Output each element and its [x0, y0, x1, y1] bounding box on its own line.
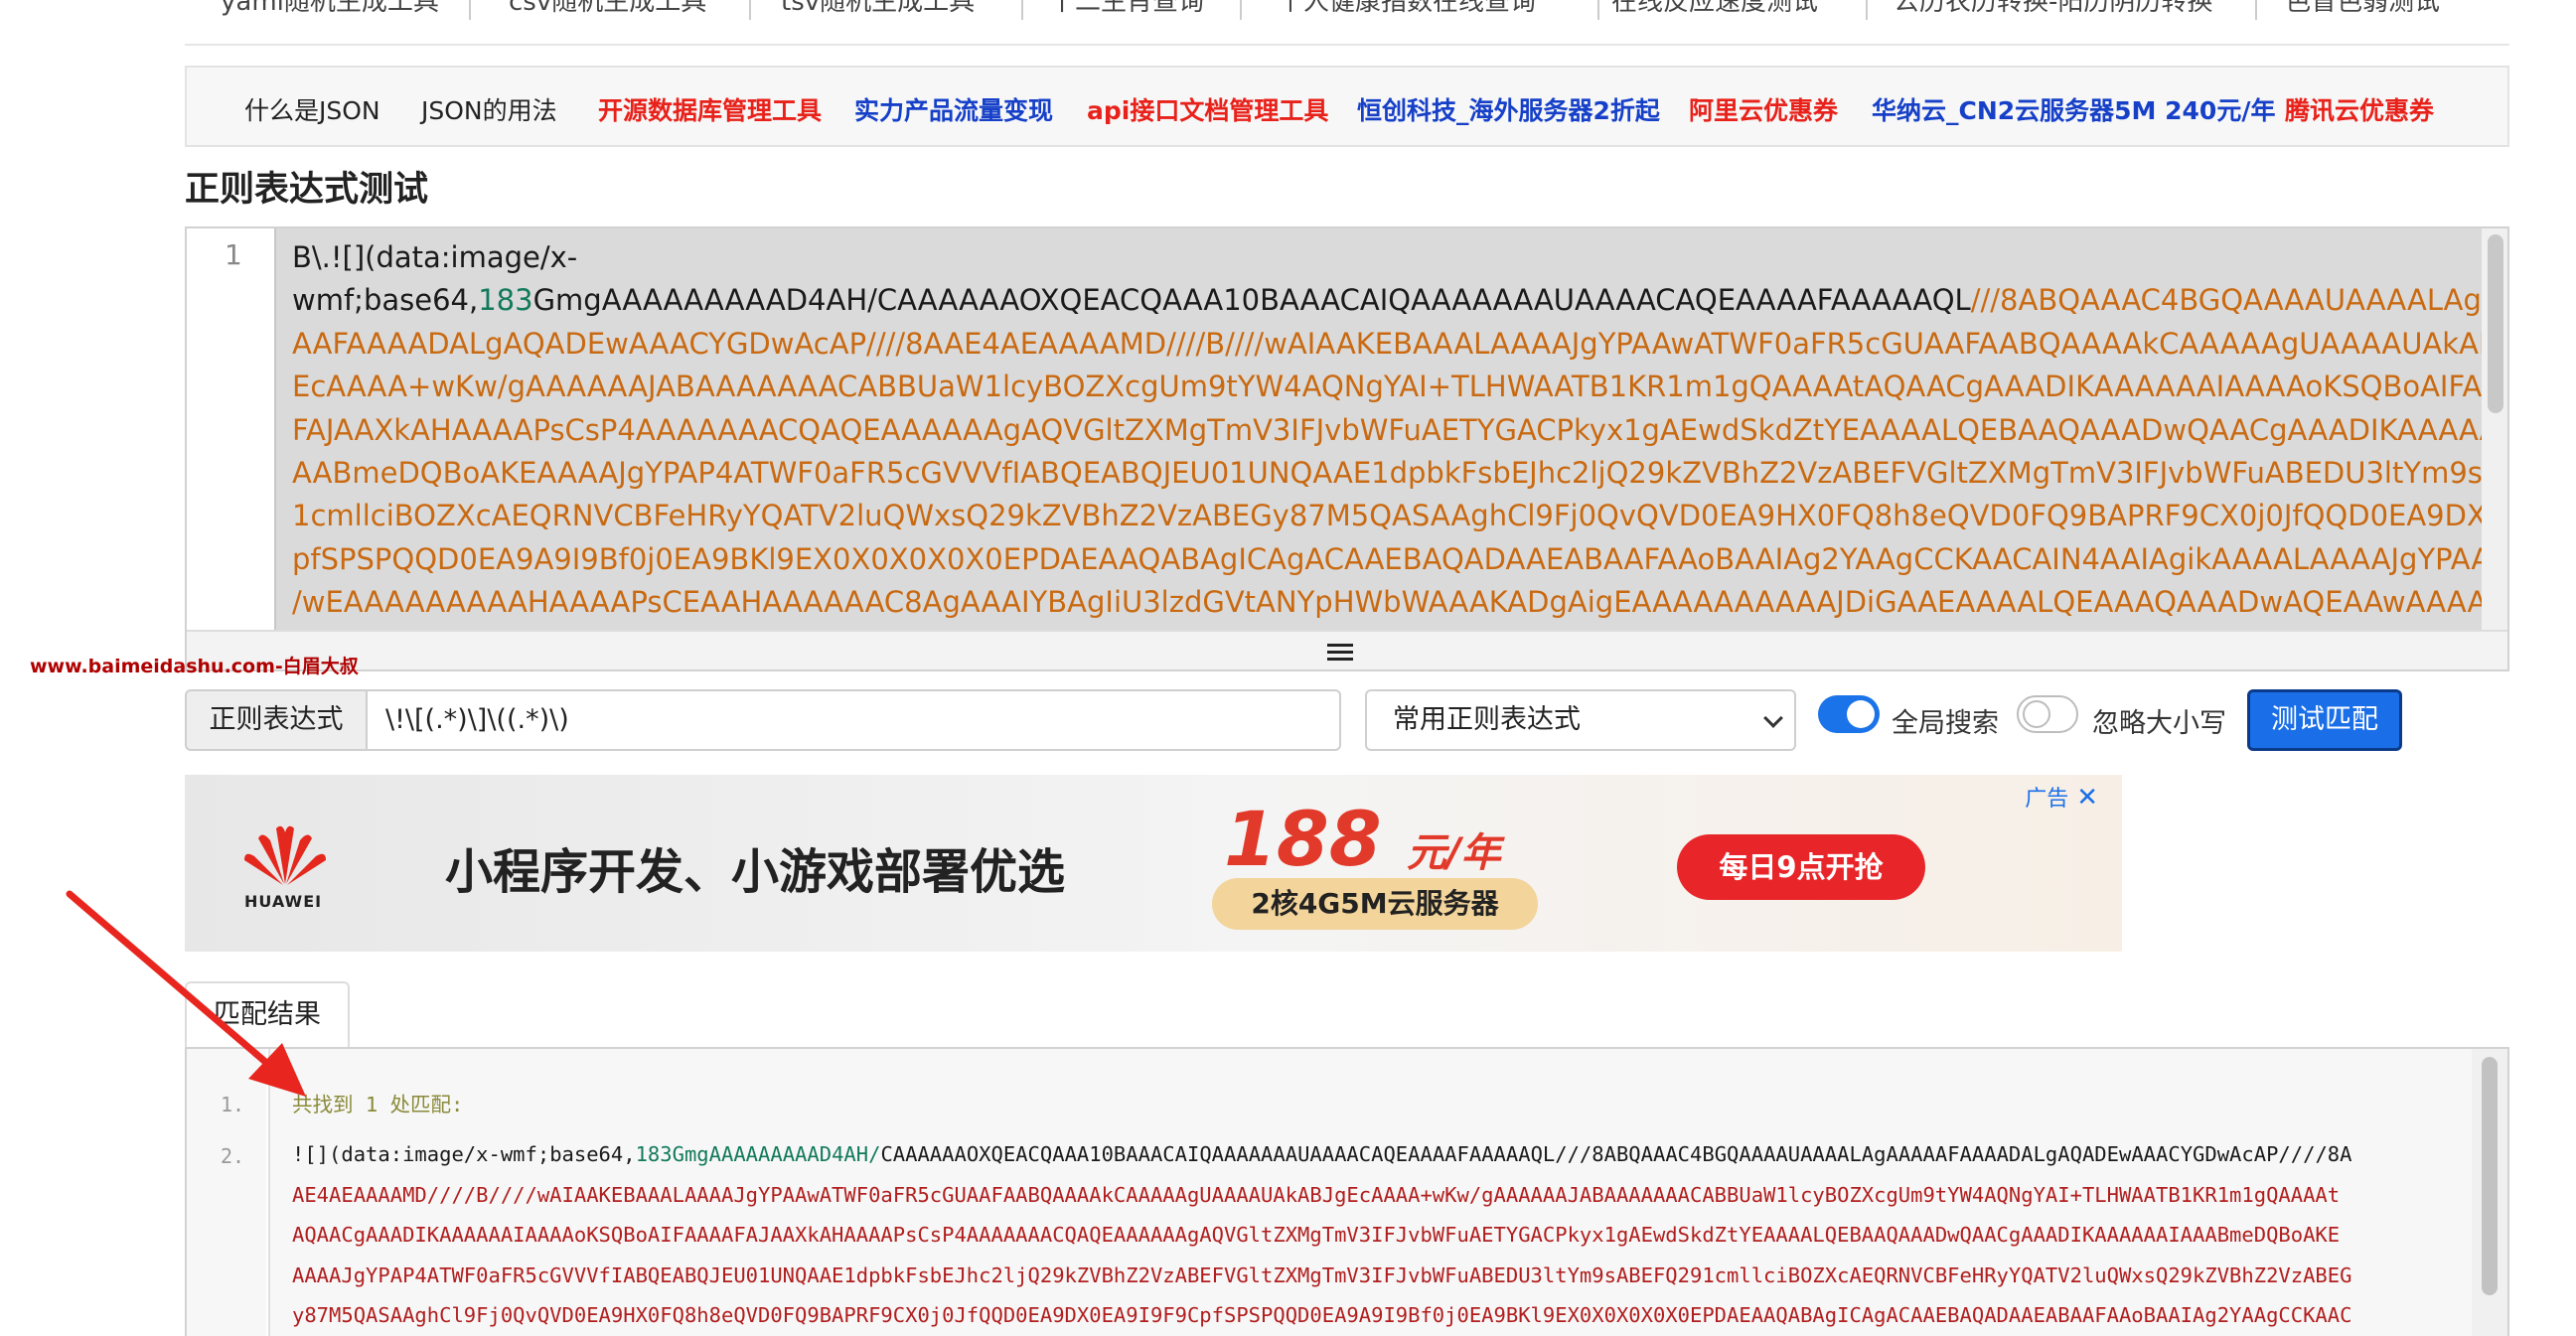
- ad-banner[interactable]: 广告 ✕ HUAWEI 小程序开发、小游戏部署优选 188 元/年 2核4G5M云…: [185, 775, 2122, 952]
- result-token: CAAAAAAOXQEACQAAA10BAAACAIQAAAAAAAUAAAAC…: [880, 1142, 2352, 1167]
- top-nav-link[interactable]: csv随机生成工具: [509, 0, 706, 24]
- code-token: 183: [478, 283, 533, 318]
- result-line: ![](data:image/x-wmf;base64,183GmgAAAAAA…: [292, 1134, 2472, 1174]
- ad-price-unit: 元/年: [1407, 830, 1501, 876]
- nav-divider: [469, 0, 471, 20]
- code-line: AAFAAAADALgAQADEwAAACYGDwAcAP////8AAE4AE…: [292, 326, 2482, 361]
- top-nav-link[interactable]: yaml随机生成工具: [221, 0, 439, 24]
- link-traffic[interactable]: 实力产品流量变现: [854, 91, 1053, 127]
- top-nav-link[interactable]: 个人健康指数在线查询: [1278, 0, 1536, 24]
- ad-spec-badge: 2核4G5M云服务器: [1212, 878, 1538, 930]
- code-line: /wEAAAAAAAAAHAAAAPsCEAAHAAAAAAC8AgAAAIYB…: [292, 585, 2482, 620]
- chevron-down-icon: [1763, 708, 1783, 728]
- code-line: EcAAAA+wKw/gAAAAAAJABAAAAAAACABBUaW1lcyB…: [292, 370, 2482, 404]
- nav-divider: [1021, 0, 1023, 20]
- link-bar: 什么是JSON JSON的用法 开源数据库管理工具 实力产品流量变现 api接口…: [185, 66, 2509, 147]
- result-line-number: 1.: [221, 1093, 245, 1116]
- scroll-thumb[interactable]: [2482, 1057, 2498, 1295]
- result-token: data:image/x-wmf;base64,: [341, 1142, 636, 1167]
- regex-tool-page: yaml随机生成工具 csv随机生成工具 tsv随机生成工具 十二生肖查询 个人…: [0, 0, 2576, 1336]
- top-nav-link[interactable]: 色盲色弱测试: [2285, 0, 2440, 24]
- toggle-knob: [1847, 700, 1875, 728]
- code-line: wmf;base64,183GmgAAAAAAAAAD4AH/CAAAAAAOX…: [292, 279, 2482, 322]
- common-regex-select[interactable]: 常用正则表达式: [1365, 689, 1796, 751]
- ad-price: 188: [1224, 795, 1382, 883]
- code-token: GmgAAAAAAAAAD4AH/CAAAAAAOXQEACQAAA10BAAA…: [532, 283, 1971, 318]
- editor-resize-handle[interactable]: [187, 630, 2507, 669]
- line-number: 1: [225, 238, 242, 271]
- link-db-tool[interactable]: 开源数据库管理工具: [598, 91, 822, 127]
- result-line: y87M5QASAAghCl9Fj0QvQVD0EA9HX0FQ8h8eQVD0…: [292, 1303, 2352, 1328]
- test-match-button[interactable]: 测试匹配: [2247, 689, 2402, 751]
- result-line-number: 2.: [221, 1144, 245, 1168]
- code-token: ///8ABQAAAC4BGQAAAAUAAAALAgAAA: [1970, 283, 2482, 318]
- source-editor[interactable]: 1 B\.![](data:image/x- wmf;base64,183Gmg…: [185, 226, 2509, 671]
- code-line: 1cmllciBOZXcAEQRNVCBFeHRyYQATV2luQWxsQ29…: [292, 499, 2482, 533]
- watermark-text: www.baimeidashu.com-白眉大叔: [30, 656, 359, 677]
- match-count-text: 共找到 1 处匹配:: [292, 1093, 464, 1116]
- toggle-knob: [2023, 700, 2050, 728]
- link-what-is-json[interactable]: 什么是JSON: [244, 91, 380, 127]
- result-gutter: 1. 2.: [187, 1049, 266, 1336]
- source-text-area[interactable]: B\.![](data:image/x- wmf;base64,183GmgAA…: [274, 228, 2482, 630]
- close-icon[interactable]: ✕: [2076, 783, 2098, 813]
- tab-match-result[interactable]: 匹配结果: [185, 981, 350, 1049]
- nav-divider: [749, 0, 751, 20]
- link-hengchuang[interactable]: 恒创科技_海外服务器2折起: [1357, 91, 1660, 127]
- result-line: AQAACgAAADIKAAAAAAIAAAAoKSQBoAIFAAAAFAJA…: [292, 1223, 2341, 1248]
- select-value: 常用正则表达式: [1393, 704, 1581, 735]
- ad-tag: 广告 ✕: [2025, 781, 2098, 813]
- top-nav: yaml随机生成工具 csv随机生成工具 tsv随机生成工具 十二生肖查询 个人…: [185, 0, 2509, 46]
- code-line: FAJAAXkAHAAAAPsCsP4AAAAAAACQAQEAAAAAAgAQ…: [292, 412, 2482, 447]
- ad-cta-button[interactable]: 每日9点开抢: [1677, 834, 1925, 900]
- result-line: AAAAJgYPAP4ATWF0aFR5cGVVVfIABQEABQJEU01U…: [292, 1262, 2352, 1287]
- ignore-case-label: 忽略大小写: [2092, 708, 2226, 739]
- top-nav-link[interactable]: 公历农历转换-阳历阴历转换: [1894, 0, 2212, 24]
- nav-divider: [1597, 0, 1599, 20]
- nav-divider: [1240, 0, 1242, 20]
- code-line: B\.![](data:image/x-: [292, 240, 578, 274]
- ad-slogan: 小程序开发、小游戏部署优选: [445, 844, 1066, 900]
- global-search-label: 全局搜索: [1892, 708, 1999, 739]
- result-line: AE4AEAAAAMD////B////wAIAAKEBAAALAAAAJgYP…: [292, 1182, 2341, 1207]
- huawei-logo-icon: [244, 825, 326, 885]
- nav-divider: [1866, 0, 1868, 20]
- result-token: ![](: [292, 1142, 342, 1167]
- page-title: 正则表达式测试: [185, 170, 429, 210]
- regex-label: 正则表达式: [185, 689, 366, 751]
- scroll-thumb[interactable]: [2488, 234, 2503, 413]
- match-result-panel: 1. 2. 共找到 1 处匹配: ![](data:image/x-wmf;ba…: [185, 1047, 2509, 1336]
- nav-divider: [2255, 0, 2257, 20]
- link-aliyun[interactable]: 阿里云优惠券: [1689, 91, 1838, 127]
- top-nav-link[interactable]: 十二生肖查询: [1049, 0, 1204, 24]
- link-huanayun[interactable]: 华纳云_CN2云服务器5M 240元/年: [1872, 91, 2275, 127]
- link-tencent[interactable]: 腾讯云优惠券: [2285, 91, 2434, 127]
- editor-scrollbar[interactable]: [2482, 228, 2507, 630]
- result-token: 183GmgAAAAAAAAAD4AH/: [635, 1142, 881, 1167]
- top-nav-link[interactable]: tsv随机生成工具: [781, 0, 975, 24]
- ad-brand: HUAWEI: [244, 892, 323, 911]
- regex-input[interactable]: \!\[(.*)\]\((.*)\): [366, 689, 1341, 751]
- menu-icon[interactable]: [1327, 644, 1353, 662]
- code-line: pfSPSPQQD0EA9A9I9Bf0j0EA9BKl9EX0X0X0X0X0…: [292, 541, 2482, 576]
- link-json-usage[interactable]: JSON的用法: [421, 91, 557, 127]
- result-text: 共找到 1 处匹配: ![](data:image/x-wmf;base64,1…: [268, 1049, 2472, 1336]
- top-nav-link[interactable]: 在线反应速度测试: [1611, 0, 1818, 24]
- code-line: AABmeDQBoAKEAAAAJgYPAP4ATWF0aFR5cGVVVfIA…: [292, 455, 2482, 490]
- global-search-toggle[interactable]: [1818, 695, 1880, 733]
- ignore-case-toggle[interactable]: [2017, 695, 2078, 733]
- result-scrollbar[interactable]: [2472, 1049, 2507, 1336]
- link-api-doc[interactable]: api接口文档管理工具: [1087, 91, 1328, 127]
- ad-label: 广告: [2025, 787, 2069, 812]
- line-gutter: 1: [187, 228, 274, 630]
- code-token: wmf;base64,: [292, 283, 479, 318]
